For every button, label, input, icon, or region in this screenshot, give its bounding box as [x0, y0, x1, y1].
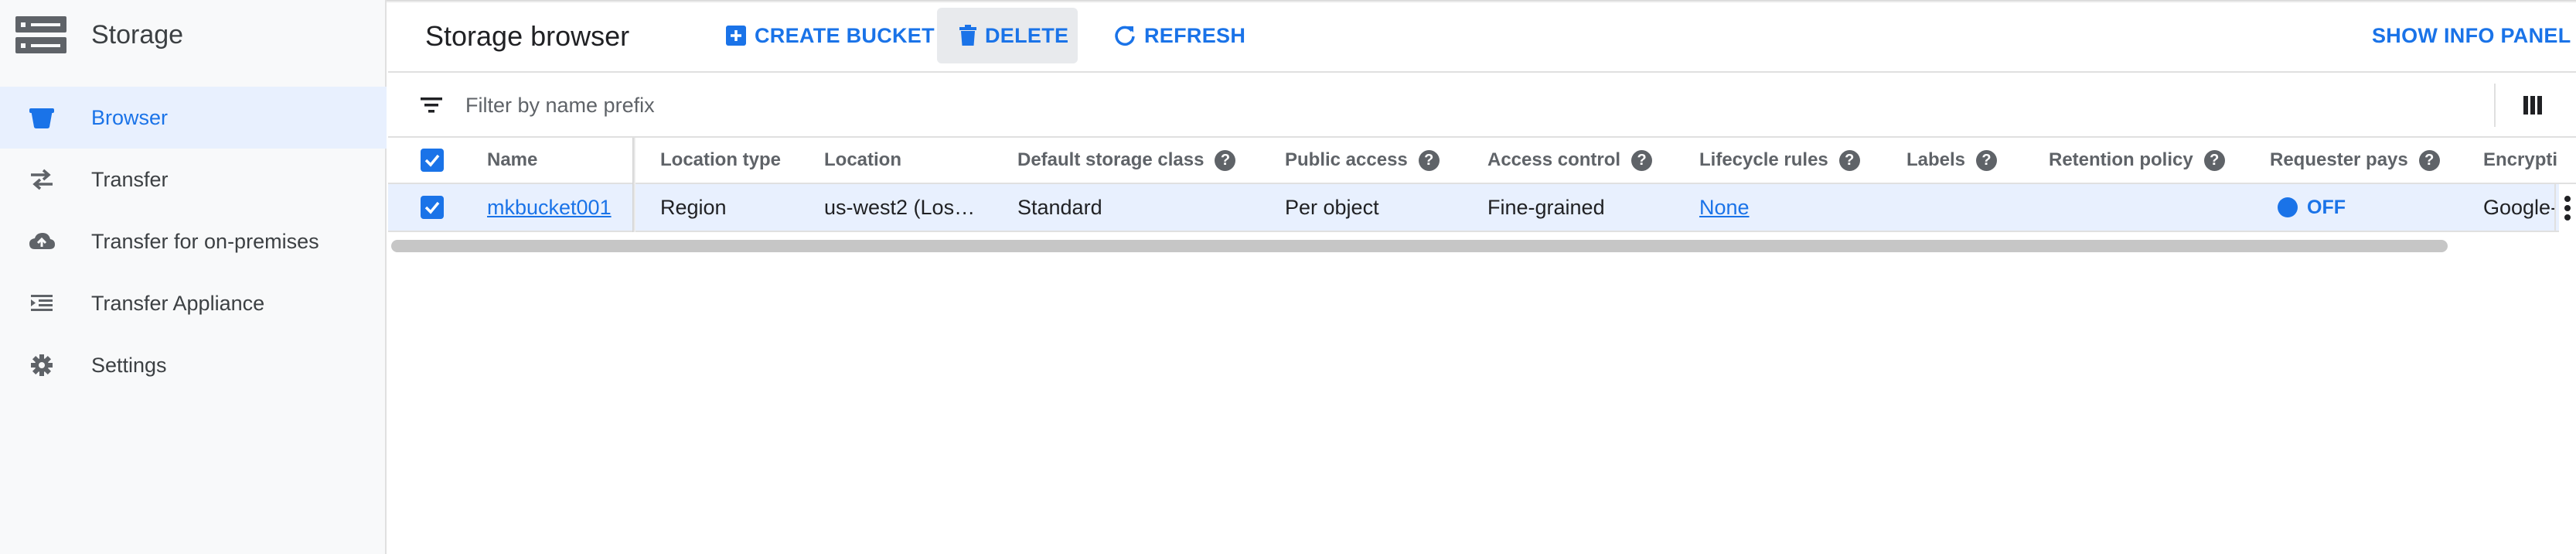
- encryption-cell: Google-: [2483, 195, 2554, 219]
- storage-class-cell: Standard: [1017, 195, 1102, 219]
- lifecycle-rules-link[interactable]: None: [1699, 196, 1750, 220]
- table-row[interactable]: mkbucket001 Region us-west2 (Los… Standa…: [388, 184, 2576, 232]
- help-icon[interactable]: ?: [2203, 149, 2225, 171]
- create-bucket-label: CREATE BUCKET: [755, 23, 935, 47]
- requester-pays-status: OFF: [2307, 196, 2346, 218]
- sidebar: Storage Browser Transfer Transfer for on…: [0, 0, 387, 554]
- sidebar-item-transfer-appliance[interactable]: Transfer Appliance: [0, 272, 387, 334]
- sidebar-item-label: Transfer for on-premises: [91, 230, 319, 253]
- requester-pays-cell[interactable]: OFF: [2278, 184, 2346, 231]
- storage-icon: [15, 16, 66, 53]
- sidebar-item-label: Transfer: [91, 168, 169, 191]
- select-all-checkbox[interactable]: [421, 149, 444, 172]
- toolbar: Storage browser CREATE BUCKET DELETE REF…: [388, 0, 2576, 73]
- buckets-table: Name Location type Location Default stor…: [388, 138, 2576, 235]
- column-header-location-type[interactable]: Location type: [660, 138, 781, 183]
- refresh-button[interactable]: REFRESH: [1110, 8, 1249, 63]
- column-header-label: Encrypti: [2483, 149, 2557, 170]
- cloud-upload-icon: [29, 233, 55, 249]
- check-icon: [424, 201, 440, 214]
- column-header-requester-pays[interactable]: Requester pays?: [2270, 138, 2440, 183]
- sidebar-item-browser[interactable]: Browser: [0, 87, 387, 149]
- help-icon[interactable]: ?: [1418, 149, 1440, 171]
- sidebar-item-transfer[interactable]: Transfer: [0, 149, 387, 210]
- page-title: Storage browser: [425, 20, 630, 52]
- column-header-labels[interactable]: Labels?: [1906, 138, 1998, 183]
- horizontal-scrollbar[interactable]: [391, 240, 2448, 252]
- divider: [2494, 84, 2496, 127]
- show-info-panel-button[interactable]: SHOW INFO PANEL: [2372, 8, 2571, 63]
- add-box-icon: [726, 26, 746, 46]
- column-header-location[interactable]: Location: [824, 138, 901, 183]
- help-icon[interactable]: ?: [1215, 149, 1236, 171]
- lifecycle-rules-cell: None: [1699, 184, 1750, 231]
- public-access-cell: Per object: [1285, 195, 1379, 219]
- help-icon[interactable]: ?: [1838, 149, 1860, 171]
- row-checkbox[interactable]: [421, 196, 444, 219]
- product-header: Storage: [0, 0, 387, 71]
- column-header-label: Public access: [1285, 149, 1408, 170]
- refresh-label: REFRESH: [1144, 23, 1246, 47]
- product-title: Storage: [91, 20, 184, 50]
- trash-icon: [959, 25, 976, 46]
- more-vert-icon[interactable]: [2559, 184, 2576, 232]
- column-header-label: Requester pays: [2270, 149, 2408, 170]
- column-header-label: Retention policy: [2049, 149, 2193, 170]
- table-header: Name Location type Location Default stor…: [388, 138, 2576, 184]
- filter-bar: [388, 73, 2576, 138]
- bucket-name-link[interactable]: mkbucket001: [487, 196, 612, 220]
- help-icon[interactable]: ?: [1976, 149, 1998, 171]
- column-header-label: Name: [487, 149, 538, 170]
- refresh-icon: [1115, 26, 1135, 46]
- delete-label: DELETE: [985, 23, 1069, 47]
- column-header-label: Access control: [1487, 149, 1621, 170]
- list-indent-icon: [31, 295, 53, 311]
- status-dot-icon: [2278, 197, 2298, 217]
- column-display-icon[interactable]: [2520, 93, 2545, 118]
- help-icon[interactable]: ?: [1631, 149, 1653, 171]
- column-header-label: Location: [824, 149, 901, 170]
- filter-icon: [421, 97, 442, 113]
- sidebar-item-settings[interactable]: Settings: [0, 334, 387, 396]
- column-header-encryption[interactable]: Encrypti: [2483, 138, 2557, 183]
- column-header-label: Location type: [660, 149, 782, 170]
- frozen-column-divider: [632, 138, 635, 232]
- access-control-cell: Fine-grained: [1487, 195, 1605, 219]
- sidebar-item-label: Transfer Appliance: [91, 292, 265, 315]
- sidebar-item-label: Settings: [91, 354, 167, 377]
- column-header-access-control[interactable]: Access control?: [1487, 138, 1653, 183]
- column-header-lifecycle-rules[interactable]: Lifecycle rules?: [1699, 138, 1860, 183]
- filter-input[interactable]: [464, 85, 1085, 125]
- column-header-default-storage-class[interactable]: Default storage class?: [1017, 138, 1236, 183]
- column-header-label: Labels: [1906, 149, 1966, 170]
- gear-icon: [31, 354, 53, 376]
- column-header-label: Default storage class: [1017, 149, 1205, 170]
- sidebar-item-label: Browser: [91, 106, 169, 129]
- sidebar-item-transfer-on-premises[interactable]: Transfer for on-premises: [0, 210, 387, 272]
- delete-button[interactable]: DELETE: [937, 8, 1078, 63]
- bucket-name-cell: mkbucket001: [487, 184, 612, 231]
- transfer-arrows-icon: [31, 169, 53, 190]
- select-all-cell: [421, 138, 444, 183]
- check-icon: [424, 154, 440, 167]
- bucket-icon: [29, 108, 54, 128]
- column-header-public-access[interactable]: Public access?: [1285, 138, 1440, 183]
- row-select-cell: [421, 184, 444, 231]
- column-header-retention-policy[interactable]: Retention policy?: [2049, 138, 2225, 183]
- column-header-name[interactable]: Name: [487, 138, 537, 183]
- column-header-label: Lifecycle rules: [1699, 149, 1828, 170]
- help-icon[interactable]: ?: [2418, 149, 2440, 171]
- location-cell: us-west2 (Los…: [824, 195, 976, 219]
- divider: [2554, 184, 2556, 232]
- location-type-cell: Region: [660, 195, 727, 219]
- create-bucket-button[interactable]: CREATE BUCKET: [722, 8, 938, 63]
